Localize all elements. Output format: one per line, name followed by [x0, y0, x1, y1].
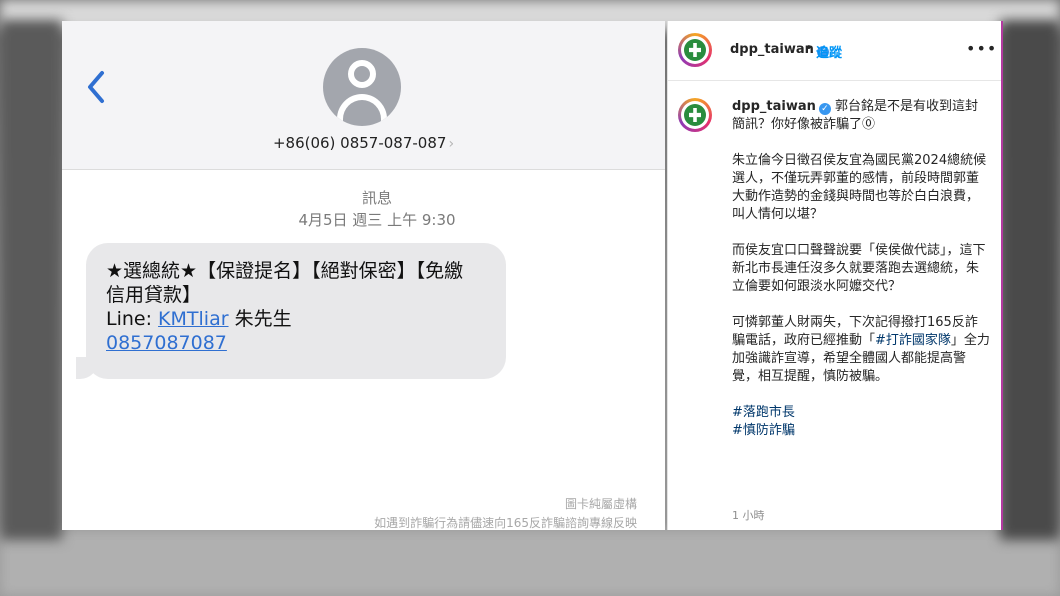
header-divider: [668, 80, 1003, 81]
bubble-line-3: Line: KMTliar 朱先生: [106, 307, 486, 331]
hashtag-link[interactable]: #落跑市長: [732, 404, 990, 422]
verified-badge-icon: ✓: [818, 103, 831, 115]
phone-link[interactable]: 0857087087: [106, 332, 227, 354]
profile-avatar[interactable]: [678, 33, 712, 67]
panel-edge: [1001, 21, 1003, 530]
bubble-line-1: ★選總統★【保證提名】【絕對保密】【免繳: [106, 260, 464, 282]
hashtag-list: #落跑市長 #慎防詐騙: [732, 404, 990, 440]
person-icon-body: [337, 94, 387, 126]
disclaimer-hotline: 如遇到詐騙行為請儘速向165反詐騙諮詢專線反映: [374, 516, 637, 530]
phone-number-text: +86(06) 0857-087-087: [272, 134, 447, 152]
sms-header: +86(06) 0857-087-087 ›: [62, 21, 665, 170]
line-prefix: Line:: [106, 308, 159, 330]
hashtag-link[interactable]: #慎防詐騙: [732, 422, 990, 440]
background-blur-right: [1000, 20, 1060, 540]
header-username-text: dpp_taiwan: [730, 42, 814, 57]
disclaimer-fictional: 圖卡純屬虛構: [564, 497, 637, 511]
chevron-right-icon: ›: [448, 136, 455, 152]
messages-label: 訊息: [361, 189, 392, 207]
contact-phone-number[interactable]: +86(06) 0857-087-087 ›: [62, 134, 665, 152]
background-blur-left: [0, 20, 62, 540]
person-icon: [348, 60, 376, 88]
chevron-left-icon: [88, 71, 104, 103]
caption-paragraph-3: 可憐郭董人財兩失，下次記得撥打165反詐騙電話，政府已經推動「#打詐國家隊」全力…: [732, 314, 990, 386]
back-button[interactable]: [82, 67, 112, 107]
bubble-line-4: 0857087087: [106, 331, 486, 355]
caption-paragraph-1: 朱立倫今日徵召侯友宜為國民黨2024總統候選人，不僅玩弄郭董的感情，前段時間郭董…: [732, 153, 987, 222]
instagram-panel: dpp_taiwan ✓ • 追蹤 ••• dpp_taiwan ✓ 郭台銘是不是有…: [667, 21, 1003, 530]
bubble-line-2: 信用貸款】: [106, 284, 202, 306]
line-suffix: 朱先生: [228, 308, 292, 330]
line-id-link[interactable]: KMTliar: [158, 308, 228, 330]
hashtag-link[interactable]: #打詐國家隊: [875, 333, 951, 348]
message-timestamp: 4月5日 週三 上午 9:30: [298, 211, 456, 229]
message-bubble: ★選總統★【保證提名】【絕對保密】【免繳 信用貸款】 Line: KMTliar…: [86, 243, 506, 379]
post-caption: dpp_taiwan ✓ 郭台銘是不是有收到這封簡訊？你好像被詐騙了🄋 朱立倫今日…: [732, 98, 990, 440]
post-time-ago[interactable]: 1 小時: [732, 507, 765, 523]
header-username[interactable]: dpp_taiwan ✓: [730, 42, 829, 58]
caption-first-paragraph: dpp_taiwan ✓ 郭台銘是不是有收到這封簡訊？你好像被詐騙了🄋: [732, 98, 990, 134]
sms-panel: +86(06) 0857-087-087 › 訊息 4月5日 週三 上午 9:30…: [62, 21, 665, 530]
more-options-icon[interactable]: •••: [966, 39, 997, 58]
caption-avatar[interactable]: [678, 98, 712, 132]
header-separator: •: [805, 41, 813, 56]
contact-avatar[interactable]: [323, 48, 401, 126]
caption-username[interactable]: dpp_taiwan: [732, 99, 816, 114]
follow-button[interactable]: 追蹤: [816, 42, 842, 61]
caption-paragraph-2: 而侯友宜口口聲聲說要「侯侯做代誌」，這下新北市長連任沒多久就要落跑去選總統，朱立…: [732, 243, 986, 294]
background-blur-bottom: [0, 530, 1060, 596]
